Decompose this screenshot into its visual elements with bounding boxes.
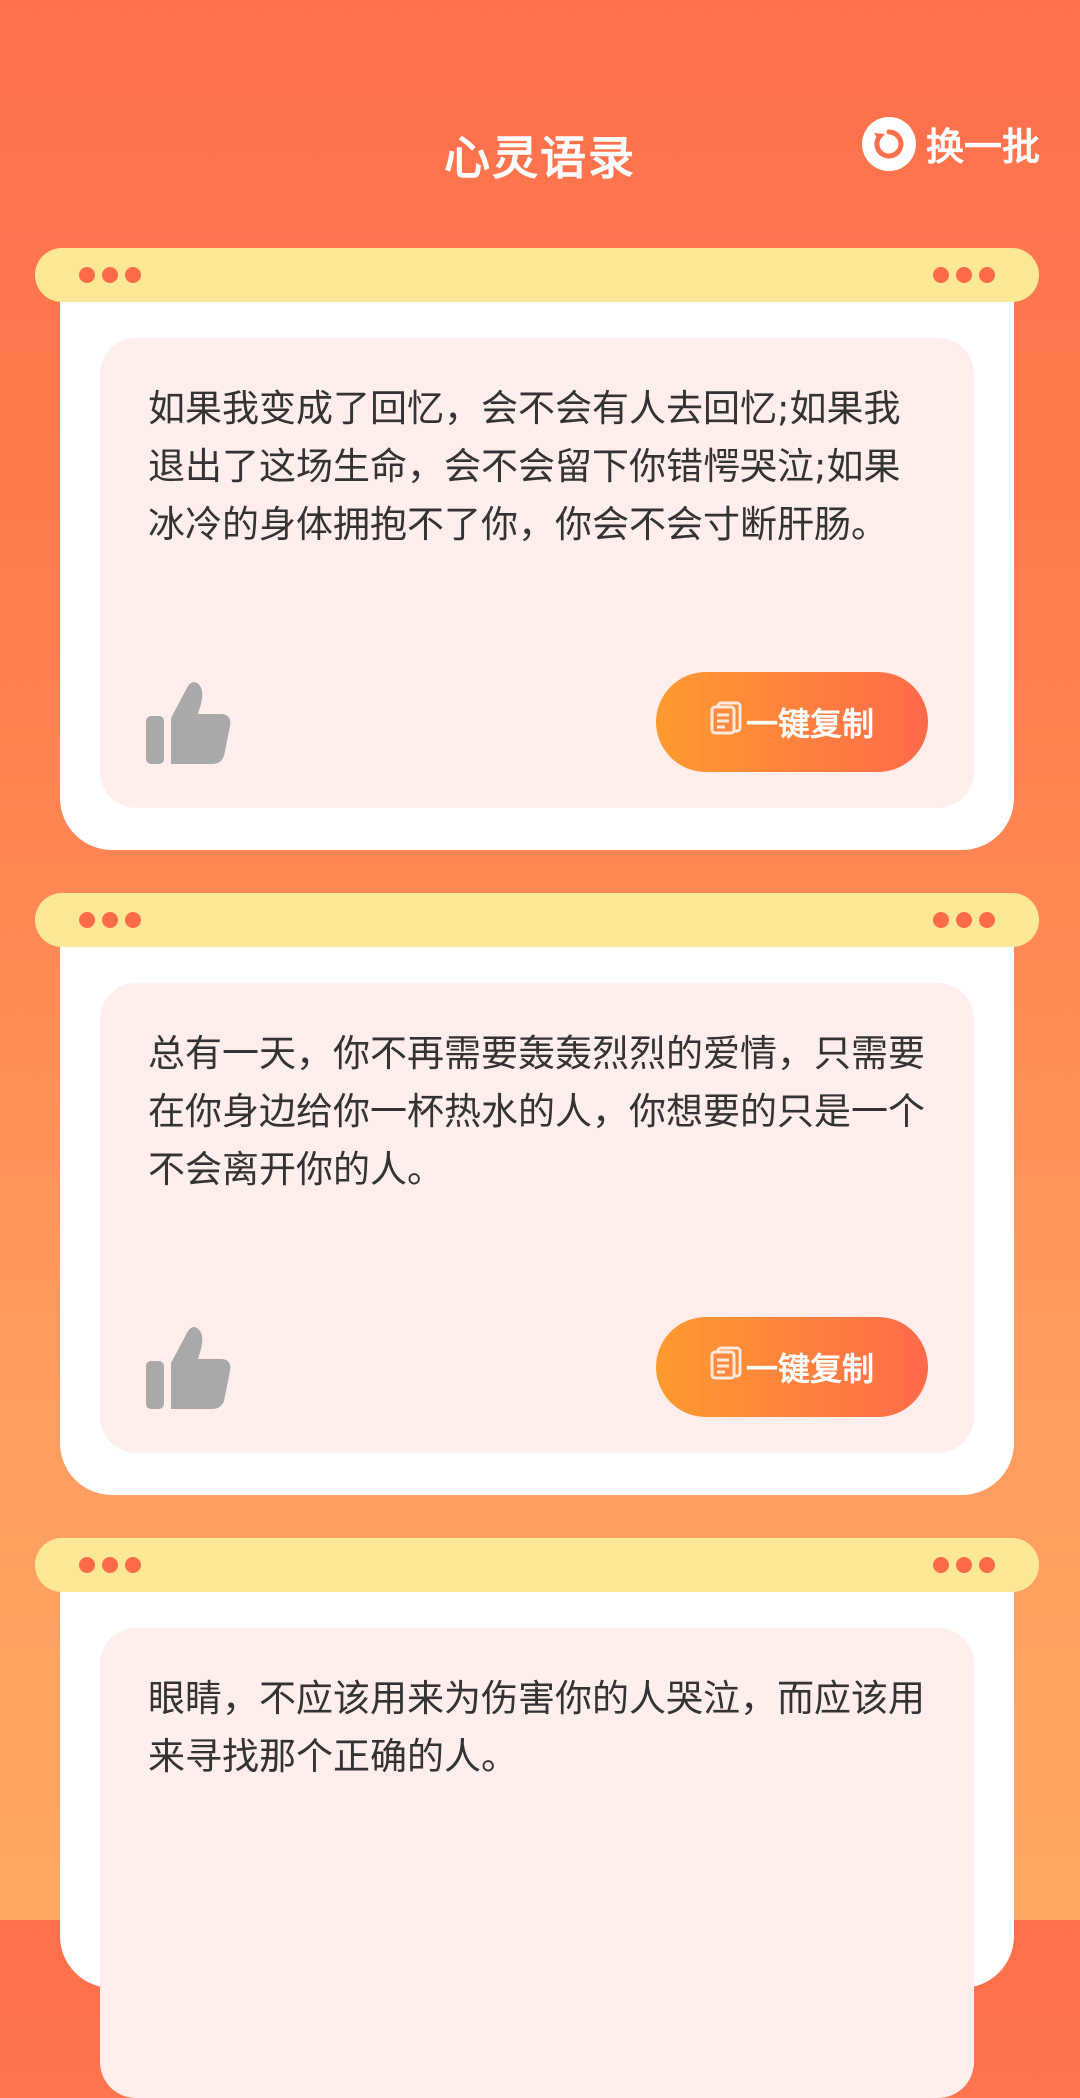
- document-icon: [710, 701, 742, 743]
- card-body: 如果我变成了回忆，会不会有人去回忆;如果我退出了这场生命，会不会留下你错愕哭泣;…: [60, 278, 1014, 850]
- card-body: 眼睛，不应该用来为伤害你的人哭泣，而应该用来寻找那个正确的人。: [60, 1568, 1014, 2098]
- document-icon: [710, 1346, 742, 1388]
- quote-text: 总有一天，你不再需要轰轰烈烈的爱情，只需要在你身边给你一杯热水的人，你想要的只是…: [148, 1032, 925, 1191]
- dots-decoration: [79, 267, 141, 283]
- copy-button[interactable]: 一键复制: [656, 672, 928, 772]
- quote-panel: 总有一天，你不再需要轰轰烈烈的爱情，只需要在你身边给你一杯热水的人，你想要的只是…: [100, 983, 974, 1453]
- copy-button[interactable]: 一键复制: [656, 1317, 928, 1417]
- dots-decoration: [79, 912, 141, 928]
- copy-button-label: 一键复制: [745, 705, 874, 743]
- dots-decoration: [933, 912, 995, 928]
- thumbs-up-icon[interactable]: [144, 1323, 234, 1413]
- refresh-icon: [861, 116, 916, 171]
- card-topbar: [35, 893, 1039, 947]
- quote-panel: 如果我变成了回忆，会不会有人去回忆;如果我退出了这场生命，会不会留下你错愕哭泣;…: [100, 338, 974, 808]
- refresh-label: 换一批: [925, 125, 1040, 169]
- dots-decoration: [933, 1557, 995, 1573]
- header: 心灵语录 换一批: [0, 0, 1080, 240]
- quote-text: 如果我变成了回忆，会不会有人去回忆;如果我退出了这场生命，会不会留下你错愕哭泣;…: [148, 387, 901, 546]
- dots-decoration: [79, 1557, 141, 1573]
- card-body: 总有一天，你不再需要轰轰烈烈的爱情，只需要在你身边给你一杯热水的人，你想要的只是…: [60, 923, 1014, 1495]
- copy-button-label: 一键复制: [745, 1350, 874, 1388]
- quote-panel: 眼睛，不应该用来为伤害你的人哭泣，而应该用来寻找那个正确的人。: [100, 1628, 974, 2098]
- card-topbar: [35, 1538, 1039, 1592]
- dots-decoration: [933, 267, 995, 283]
- card-topbar: [35, 248, 1039, 302]
- refresh-button[interactable]: 换一批: [861, 116, 1040, 171]
- quote-text: 眼睛，不应该用来为伤害你的人哭泣，而应该用来寻找那个正确的人。: [148, 1677, 925, 1778]
- thumbs-up-icon[interactable]: [144, 678, 234, 768]
